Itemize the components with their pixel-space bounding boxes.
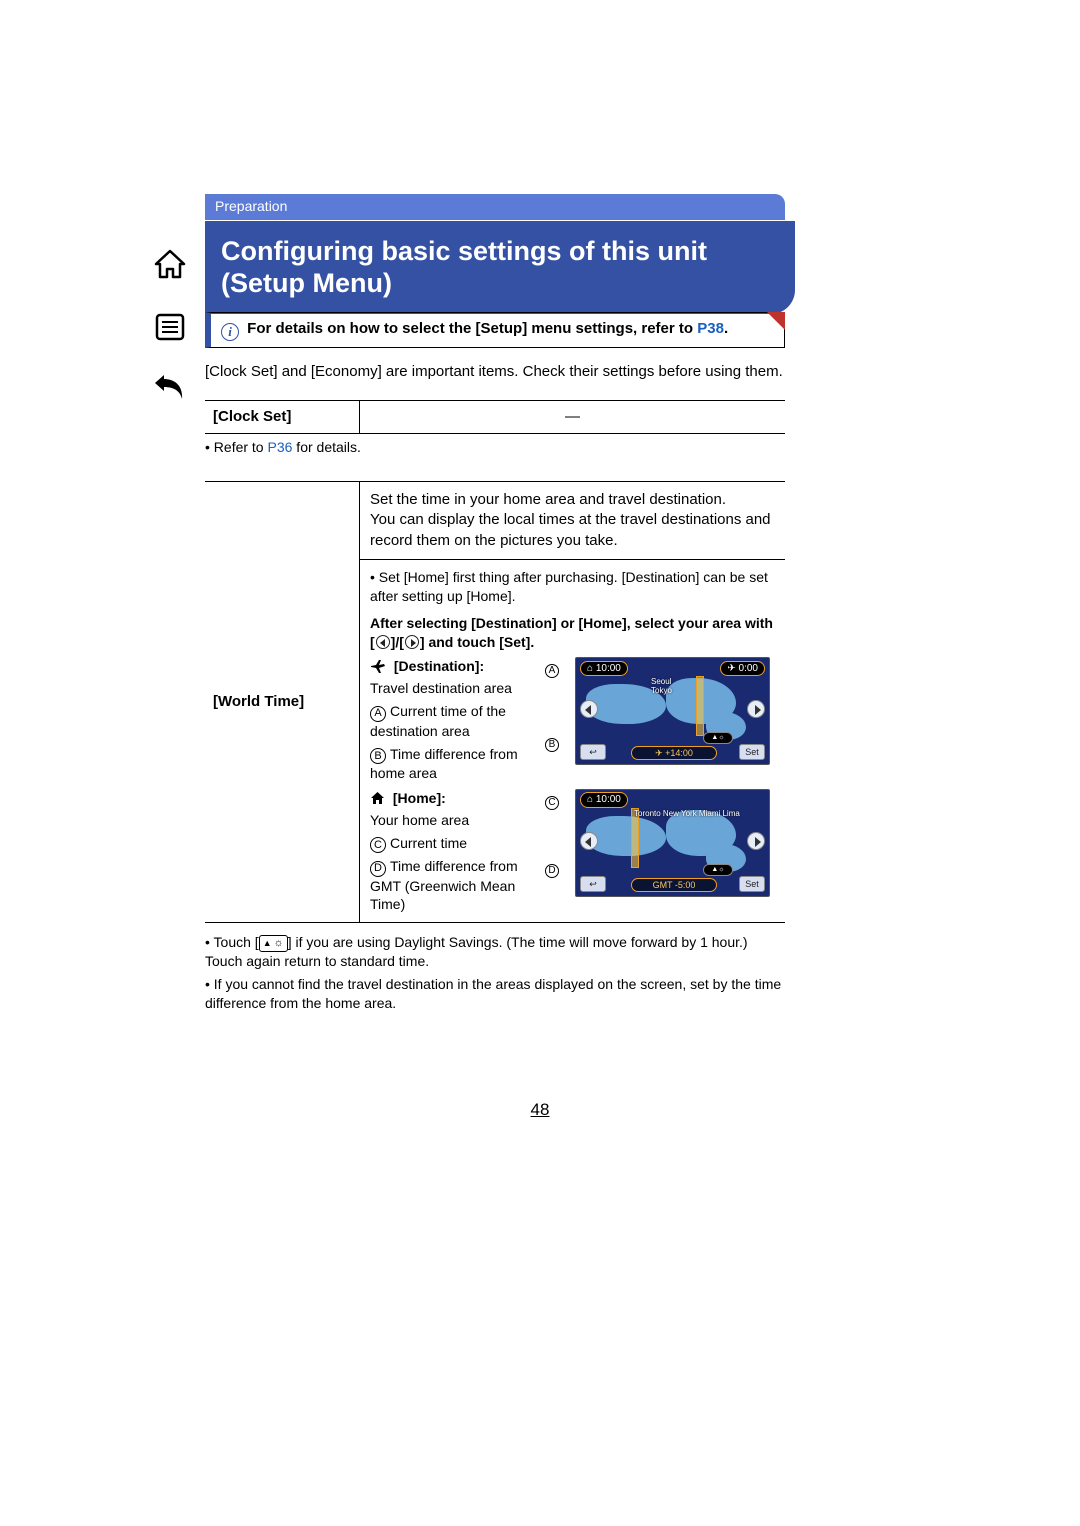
label-a-icon: A [370,706,386,722]
callout-note: i For details on how to select the [Setu… [205,312,785,348]
intro-text: [Clock Set] and [Economy] are important … [205,362,785,382]
info-icon: i [221,323,239,341]
world-time-block: [World Time] Set the time in your home a… [205,481,785,923]
back-icon[interactable] [150,369,190,409]
home-sub: Your home area [370,811,535,830]
page-number: 48 [0,1100,1080,1120]
leader-labels-dest: A B [545,657,565,782]
dest-city-labels: Seoul Tokyo [651,678,672,695]
label-c-icon: C [370,837,386,853]
destination-heading: [Destination]: [370,657,535,678]
arrow-right-icon [405,635,419,649]
home-dst-toggle[interactable]: ▲☼ [703,864,733,876]
world-time-label: [World Time] [205,482,360,922]
destination-item-b: BTime difference from home area [370,745,535,783]
arrow-left-icon [376,635,390,649]
sidebar-nav [150,245,200,431]
home-icon[interactable] [150,245,190,285]
world-time-intro: Set the time in your home area and trave… [360,482,785,560]
clock-set-row: [Clock Set] — [205,400,785,434]
section-label: Preparation [215,198,287,214]
dest-home-time: ⌂ 10:00 [580,661,628,677]
home-item-c: CCurrent time [370,834,535,853]
home-back-button[interactable]: ↩ [580,876,606,892]
world-time-instruction: After selecting [Destination] or [Home],… [370,614,775,652]
dest-set-button[interactable]: Set [739,744,765,760]
footnote-1: Touch [☼] if you are using Daylight Savi… [205,933,785,971]
dest-back-button[interactable]: ↩ [580,744,606,760]
dest-nav-right[interactable] [747,700,765,718]
dst-chip-icon: ☼ [259,935,288,952]
label-d-icon: D [370,861,386,877]
contents-icon[interactable] [150,307,190,347]
footnotes: Touch [☼] if you are using Daylight Savi… [205,933,785,1013]
clock-set-refer: Refer to P36 for details. [205,438,785,457]
world-time-tip: Set [Home] first thing after purchasing.… [370,568,775,606]
page-title: Configuring basic settings of this unit … [205,221,795,314]
footnote-2: If you cannot find the travel destinatio… [205,975,785,1013]
home-small-icon [370,791,385,810]
dest-dest-time: ✈ 0:00 [720,661,765,677]
dest-dst-toggle[interactable]: ▲☼ [703,732,733,744]
link-p38[interactable]: P38 [697,320,724,337]
home-city-labels: Toronto New York Miami Lima [634,810,740,818]
label-b-icon: B [370,748,386,764]
plane-icon [370,659,386,678]
section-breadcrumb: Preparation [205,194,785,220]
note-text-suffix: . [724,320,728,337]
dest-diff: ✈ +14:00 [631,746,717,760]
destination-sub: Travel destination area [370,679,535,698]
home-diff: GMT -5:00 [631,878,717,892]
home-home-time: ⌂ 10:00 [580,792,628,808]
leader-labels-home: C D [545,789,565,914]
title-line2: (Setup Menu) [221,268,392,298]
clock-set-value: — [360,401,785,433]
home-nav-left[interactable] [580,832,598,850]
clock-set-label: [Clock Set] [205,401,360,433]
home-nav-right[interactable] [747,832,765,850]
note-text-prefix: For details on how to select the [Setup]… [247,320,697,337]
home-heading: [Home]: [370,789,535,810]
title-line1: Configuring basic settings of this unit [221,236,707,266]
screenshot-destination: ⌂ 10:00 ✈ 0:00 Seoul Tokyo ▲☼ ✈ +14:00 ↩… [575,657,770,765]
home-set-button[interactable]: Set [739,876,765,892]
destination-item-a: ACurrent time of the destination area [370,702,535,740]
link-p36[interactable]: P36 [268,439,293,455]
screenshot-home: ⌂ 10:00 Toronto New York Miami Lima ▲☼ G… [575,789,770,897]
home-item-d: DTime difference from GMT (Greenwich Mea… [370,857,535,914]
